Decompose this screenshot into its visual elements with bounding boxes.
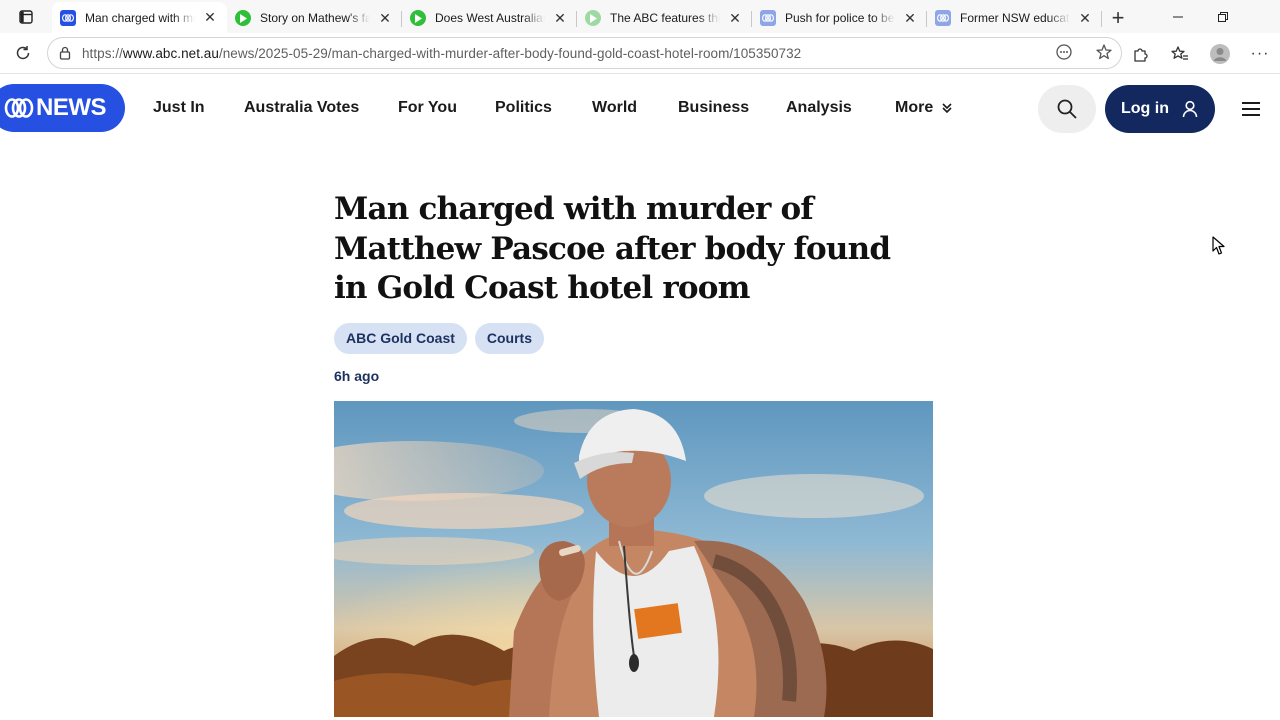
nav-politics[interactable]: Politics	[495, 99, 552, 117]
address-bar[interactable]: https://www.abc.net.au/news/2025-05-29/m…	[47, 37, 1122, 69]
nav-business[interactable]: Business	[678, 99, 749, 117]
minimize-button[interactable]	[1155, 0, 1200, 33]
browser-tab[interactable]: The ABC features third ✕	[577, 3, 752, 33]
logo-text: NEWS	[36, 94, 107, 121]
site-info-icon[interactable]	[48, 46, 82, 60]
search-icon	[1057, 99, 1077, 119]
browser-tab[interactable]: Push for police to be ✕	[752, 3, 927, 33]
abc-logo-icon	[4, 98, 34, 118]
nav-world[interactable]: World	[592, 99, 637, 117]
favorite-star-icon[interactable]	[1095, 43, 1113, 66]
profile-button[interactable]	[1200, 33, 1240, 74]
close-icon[interactable]: ✕	[551, 9, 569, 27]
published-time: 6h ago	[334, 367, 380, 384]
restore-icon	[1217, 11, 1228, 22]
tab-strip: Man charged with murder ✕ Story on Mathe…	[0, 0, 1280, 33]
abc-icon	[60, 9, 76, 26]
login-label: Log in	[1121, 100, 1169, 117]
tab-actions-button[interactable]	[0, 0, 52, 33]
reload-icon	[16, 46, 30, 60]
site-header: NEWS Just In Australia Votes For You Pol…	[0, 75, 1280, 142]
chevron-down-icon	[942, 103, 952, 113]
favorites-button[interactable]	[1160, 33, 1200, 74]
abc-icon	[935, 10, 951, 26]
tab-title: Man charged with murder	[85, 10, 195, 25]
hamburger-menu-button[interactable]	[1236, 96, 1266, 122]
close-icon[interactable]: ✕	[726, 9, 744, 27]
nav-just-in[interactable]: Just In	[153, 99, 205, 117]
hero-photo	[334, 401, 933, 717]
favorites-list-icon	[1171, 45, 1188, 60]
tab-actions-icon	[19, 9, 33, 24]
hero-image	[334, 401, 933, 717]
browser-tab-active[interactable]: Man charged with murder ✕	[52, 2, 227, 33]
hamburger-icon	[1242, 102, 1260, 116]
puzzle-icon	[1134, 47, 1148, 62]
avatar	[1210, 43, 1230, 64]
browser-tab[interactable]: Does West Australian ✕	[402, 3, 577, 33]
nav-more-label: More	[895, 99, 934, 116]
nav-for-you[interactable]: For You	[398, 99, 457, 117]
search-button[interactable]	[1038, 85, 1096, 133]
article: Man charged with murder of Matthew Pasco…	[334, 190, 934, 384]
window-controls	[1155, 0, 1280, 33]
new-tab-button[interactable]: +	[1102, 3, 1134, 33]
tag-abc-gold-coast[interactable]: ABC Gold Coast	[334, 322, 467, 354]
tab-title: The ABC features third	[610, 11, 720, 25]
more-dots-icon: ···	[1250, 44, 1270, 62]
close-icon[interactable]: ✕	[1076, 9, 1094, 27]
play-icon	[235, 10, 251, 26]
url-text: https://www.abc.net.au/news/2025-05-29/m…	[82, 45, 802, 61]
abc-news-logo[interactable]: NEWS	[0, 84, 125, 132]
close-window-button[interactable]	[1245, 0, 1280, 33]
browser-tab[interactable]: Former NSW education ✕	[927, 3, 1102, 33]
topic-tags: ABC Gold Coast Courts	[334, 322, 934, 354]
close-icon[interactable]: ✕	[201, 9, 219, 27]
extensions-button[interactable]	[1120, 33, 1160, 74]
close-icon[interactable]: ✕	[901, 9, 919, 27]
tab-title: Story on Mathew's father	[260, 11, 370, 25]
restore-button[interactable]	[1200, 0, 1245, 33]
abc-icon	[760, 10, 776, 26]
mouse-cursor-icon	[1212, 236, 1225, 255]
nav-analysis[interactable]: Analysis	[786, 99, 852, 117]
reader-mode-icon[interactable]	[1055, 43, 1073, 66]
play-icon	[410, 10, 426, 26]
toolbar-right: ···	[1120, 33, 1280, 74]
browser-toolbar: https://www.abc.net.au/news/2025-05-29/m…	[0, 33, 1280, 74]
minimize-icon	[1172, 16, 1183, 17]
close-icon[interactable]: ✕	[376, 9, 394, 27]
tab-title: Push for police to be	[785, 11, 895, 25]
tab-title: Does West Australian	[435, 11, 545, 25]
browser-tab[interactable]: Story on Mathew's father ✕	[227, 3, 402, 33]
play-icon	[585, 10, 601, 26]
nav-more[interactable]: More	[895, 99, 953, 117]
article-headline: Man charged with murder of Matthew Pasco…	[334, 191, 891, 306]
reload-button[interactable]	[0, 33, 46, 74]
tab-title: Former NSW education	[960, 11, 1070, 25]
login-button[interactable]: Log in	[1105, 85, 1215, 133]
user-icon	[1182, 100, 1198, 118]
nav-australia-votes[interactable]: Australia Votes	[244, 99, 359, 117]
settings-more-button[interactable]: ···	[1240, 33, 1280, 74]
tag-courts[interactable]: Courts	[474, 322, 545, 354]
plus-icon: +	[1111, 5, 1125, 30]
